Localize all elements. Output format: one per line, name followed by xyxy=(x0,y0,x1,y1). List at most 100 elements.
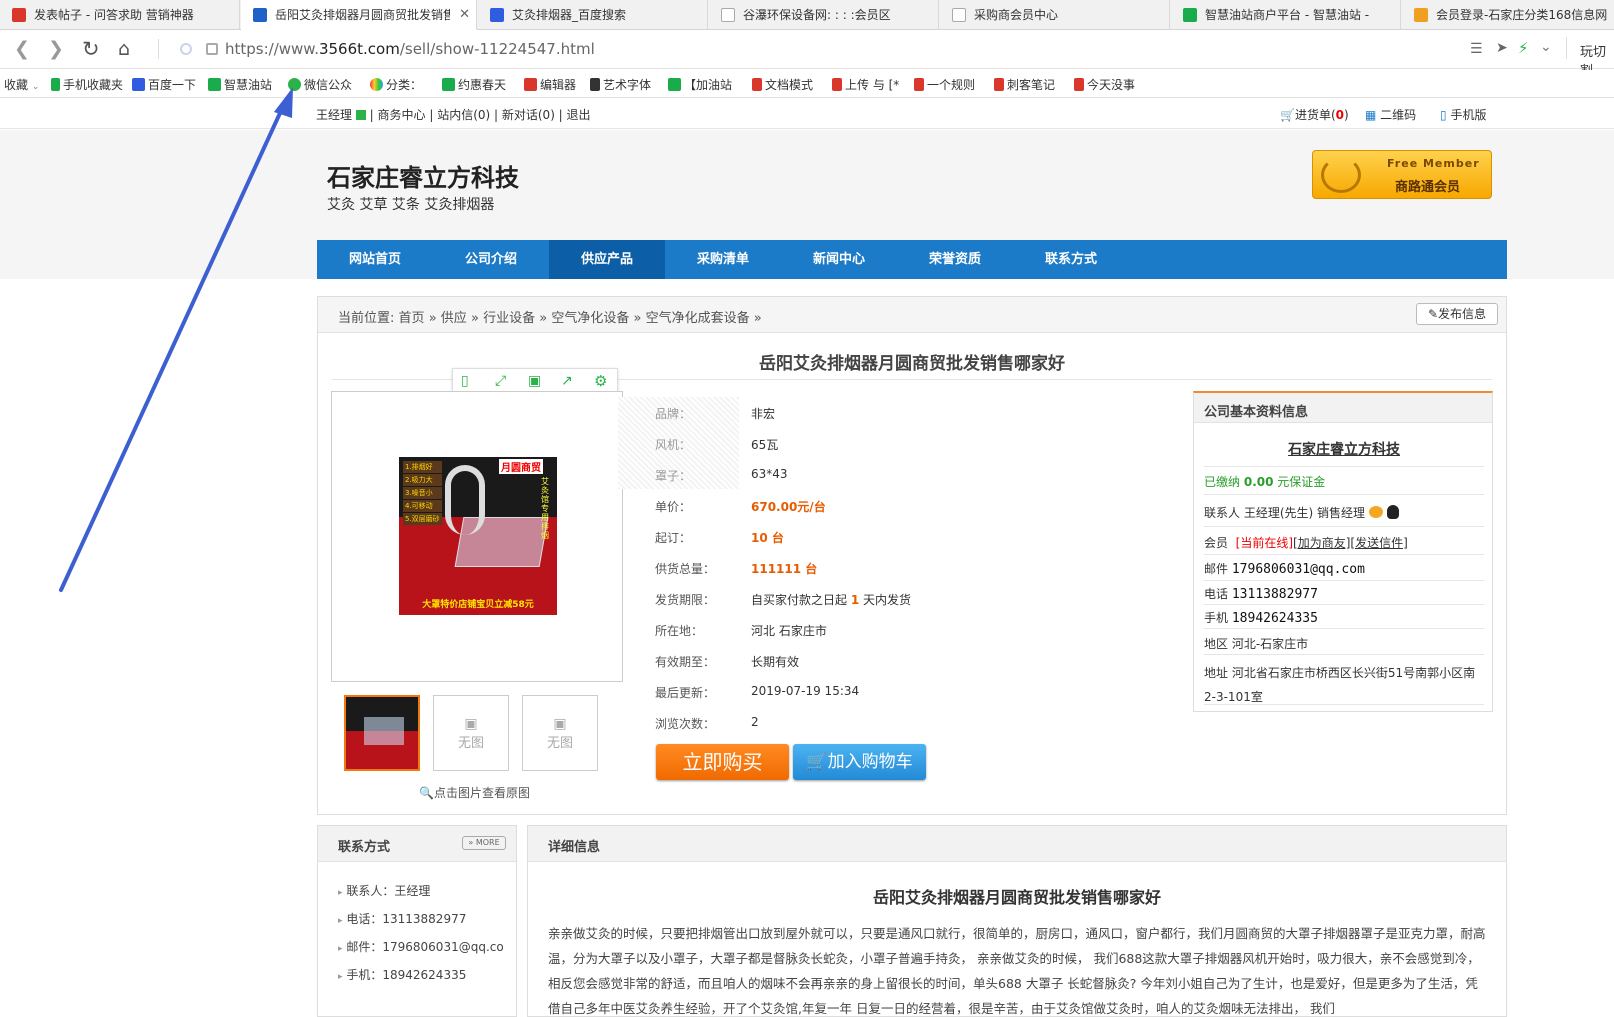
bookmark-item[interactable]: 收藏 ⌄ xyxy=(4,76,39,93)
mobile-link[interactable]: ▯ 手机版 xyxy=(1440,106,1486,123)
home-icon[interactable]: ⌂ xyxy=(118,39,130,59)
bookmark-item[interactable]: 今天没事 xyxy=(1074,76,1135,93)
bookmark-item[interactable]: 上传 与 [* xyxy=(832,76,899,93)
bookmark-item[interactable]: 艺术字体 xyxy=(590,76,651,93)
share-icon[interactable]: ➤ xyxy=(1496,40,1508,56)
thumbnail-empty[interactable]: ▣ 无图 xyxy=(522,695,598,771)
views-label: 浏览次数： xyxy=(655,717,716,731)
edit-icon: ✎ xyxy=(1427,307,1439,321)
chevron-down-icon[interactable]: ⌄ xyxy=(1540,39,1552,55)
expand-icon[interactable]: ⤢ xyxy=(495,373,506,389)
browser-tab[interactable]: 会员登录-石家庄分类168信息网 xyxy=(1402,0,1614,30)
buy-now-button[interactable]: 立即购买 xyxy=(656,744,789,780)
more-button[interactable]: » MORE xyxy=(462,836,506,850)
bookmark-item[interactable]: 手机收藏夹 xyxy=(51,76,123,93)
breadcrumb-link[interactable]: 空气净化成套设备 xyxy=(646,311,750,326)
moq-value: 10 台 xyxy=(751,531,784,545)
browser-tab[interactable]: 谷瀑环保设备网: : : :会员区 xyxy=(709,0,939,30)
main-nav: 网站首页 公司介绍 供应产品 采购清单 新闻中心 荣誉资质 联系方式 xyxy=(317,240,1507,279)
share-icon[interactable]: ↗ xyxy=(561,373,573,389)
product-image-frame[interactable]: 1.排烟好 2.吸力大 3.噪音小 4.可移动 5.双层磨砂 月圆商贸 艾灸馆专… xyxy=(331,391,623,682)
reload-icon[interactable]: ↻ xyxy=(82,39,100,60)
nav-buy-list[interactable]: 采购清单 xyxy=(665,240,781,279)
cart-link[interactable]: 🛒进货单(0) xyxy=(1280,106,1349,123)
breadcrumb-link[interactable]: 行业设备 xyxy=(483,311,535,326)
list-item: ▸ 电话：13113882977 xyxy=(338,912,467,926)
nav-contact[interactable]: 联系方式 xyxy=(1013,240,1129,279)
browser-tab[interactable]: 采购商会员中心 xyxy=(940,0,1170,30)
send-message-link[interactable]: [发送信件] xyxy=(1350,536,1407,550)
bookmark-item[interactable]: 文档模式 xyxy=(752,76,813,93)
spec-label: 罩子： xyxy=(655,469,692,483)
bookmark-item[interactable]: 智慧油站 xyxy=(208,76,272,93)
back-icon[interactable]: ❮ xyxy=(14,39,30,59)
tab-favicon-icon xyxy=(253,8,267,22)
qq-icon[interactable] xyxy=(1386,505,1399,519)
bookmark-item[interactable]: 编辑器 xyxy=(524,76,576,93)
bookmarks-bar: 收藏 ⌄ 手机收藏夹 百度一下 智慧油站 微信公众 分类： 约惠春天 编辑器 艺… xyxy=(0,70,1614,98)
mobile-row: 手机 18942624335 xyxy=(1204,605,1484,629)
member-badge: Free Member 商路通会员 xyxy=(1312,150,1492,199)
exhaust-hose xyxy=(445,465,485,535)
security-icon[interactable] xyxy=(180,43,192,55)
bookmark-item[interactable]: 一个规则 xyxy=(914,76,975,93)
lightning-icon[interactable]: ⚡ xyxy=(1518,39,1529,57)
product-image[interactable]: 1.排烟好 2.吸力大 3.噪音小 4.可移动 5.双层磨砂 月圆商贸 艾灸馆专… xyxy=(399,457,557,615)
url-field[interactable]: https://www.3566t.com/sell/show-11224547… xyxy=(225,40,595,58)
divider xyxy=(158,39,159,59)
save-icon[interactable]: ▣ xyxy=(528,373,541,389)
nav-honors[interactable]: 荣誉资质 xyxy=(897,240,1013,279)
page-icon xyxy=(952,8,966,22)
browser-tab[interactable]: 发表帖子 - 问答求助 营销神器 xyxy=(0,0,240,30)
breadcrumb-trail: 当前位置: 首页 » 供应 » 行业设备 » 空气净化设备 » 空气净化成套设备… xyxy=(338,311,762,326)
ship-value: 自买家付款之日起 1 天内发货 xyxy=(751,593,912,607)
bookmark-item[interactable]: 微信公众 xyxy=(288,76,352,93)
nav-about[interactable]: 公司介绍 xyxy=(433,240,549,279)
tab-favicon-icon xyxy=(1183,8,1197,22)
bookmark-item[interactable]: 刺客笔记 xyxy=(994,76,1055,93)
zoom-hint[interactable]: 🔍点击图片查看原图 xyxy=(419,784,530,801)
nav-products[interactable]: 供应产品 xyxy=(549,240,665,279)
phone-icon: ▯ xyxy=(1440,108,1447,122)
post-info-button[interactable]: ✎发布信息 xyxy=(1416,303,1498,325)
online-status[interactable]: [当前在线] xyxy=(1236,536,1293,550)
location-value: 河北 石家庄市 xyxy=(751,624,827,638)
chat-icon[interactable] xyxy=(1368,506,1383,518)
breadcrumb-link[interactable]: 空气净化设备 xyxy=(551,311,629,326)
thumbnail-active[interactable] xyxy=(344,695,420,771)
bookmark-item[interactable]: 分类： xyxy=(370,76,422,93)
copy-icon[interactable]: ▯ xyxy=(461,373,469,389)
tab-favicon-icon xyxy=(12,8,26,22)
bookmark-item[interactable]: 百度一下 xyxy=(132,76,196,93)
add-to-cart-button[interactable]: 🛒加入购物车 xyxy=(793,744,926,780)
thumbnail-empty[interactable]: ▣ 无图 xyxy=(433,695,509,771)
deposit-row: 已缴纳 0.00 元保证金 xyxy=(1204,467,1484,495)
browser-tab[interactable]: 智慧油站商户平台 - 智慧油站 - xyxy=(1171,0,1401,30)
detail-body: 亲亲做艾灸的时候，只要把排烟管出口放到屋外就可以，只要是通风口就行，很简单的，厨… xyxy=(548,926,1486,1016)
valid-value: 长期有效 xyxy=(751,655,800,669)
browser-tab-active[interactable]: 岳阳艾灸排烟器月圆商贸批发销售哪家好✕ xyxy=(241,0,477,30)
views-value: 2 xyxy=(751,715,759,729)
bookmark-item[interactable]: 【加油站 xyxy=(668,76,732,93)
reader-icon[interactable]: ☰ xyxy=(1470,41,1483,57)
bookmark-item[interactable]: 约惠春天 xyxy=(442,76,506,93)
qrcode-link[interactable]: ▦ 二维码 xyxy=(1365,106,1416,123)
tab-favicon-icon xyxy=(490,8,504,22)
forward-icon[interactable]: ❯ xyxy=(48,39,64,59)
cart-icon: 🛒 xyxy=(806,752,828,772)
breadcrumb-link[interactable]: 供应 xyxy=(441,311,467,326)
gear-icon[interactable]: ⚙ xyxy=(594,372,607,390)
nav-home[interactable]: 网站首页 xyxy=(317,240,433,279)
browser-tab[interactable]: 艾灸排烟器_百度搜索 xyxy=(478,0,708,30)
member-row: 会员 [当前在线][加为商友][发送信件] xyxy=(1204,527,1484,555)
company-info-name[interactable]: 石家庄睿立方科技 xyxy=(1204,433,1484,467)
member-links[interactable]: 王经理 | 商务中心 | 站内信(0) | 新对话(0) | 退出 xyxy=(316,106,591,123)
tab-close-icon[interactable]: ✕ xyxy=(459,0,470,29)
spec-value: 63*43 xyxy=(751,467,788,481)
contact-box: 联系方式 » MORE ▸ 联系人：王经理 ▸ 电话：13113882977 ▸… xyxy=(317,825,517,1017)
breadcrumb-link[interactable]: 首页 xyxy=(399,311,425,326)
address-row: 地址 河北省石家庄市桥西区长兴街51号南郭小区南2-3-101室 xyxy=(1204,655,1484,705)
address-bar: ❮ ❯ ↻ ⌂ https://www.3566t.com/sell/show-… xyxy=(0,31,1614,79)
nav-news[interactable]: 新闻中心 xyxy=(781,240,897,279)
add-friend-link[interactable]: [加为商友] xyxy=(1293,536,1350,550)
